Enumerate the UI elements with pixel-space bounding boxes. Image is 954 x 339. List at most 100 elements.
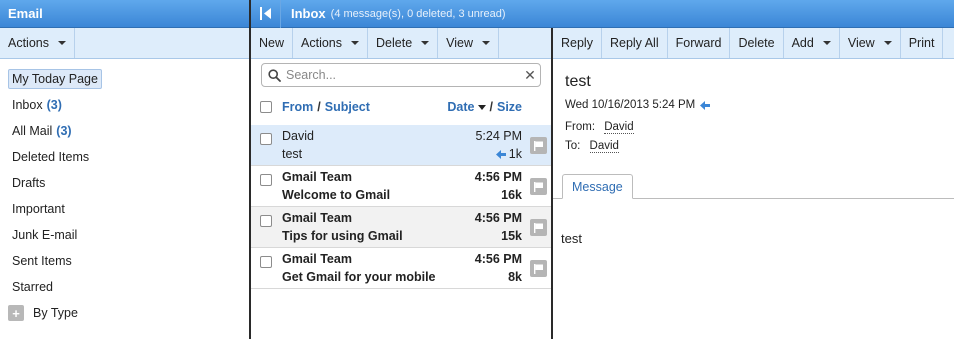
select-all-checkbox[interactable] <box>260 101 272 113</box>
reply-all-button[interactable]: Reply All <box>602 28 668 58</box>
message-size-cell: 1k <box>495 147 522 161</box>
reply-button[interactable]: Reply <box>553 28 602 58</box>
row-checkbox[interactable] <box>260 133 272 145</box>
print-label: Print <box>908 36 935 50</box>
row-checkbox[interactable] <box>260 256 272 268</box>
header-separator: / <box>489 100 493 114</box>
folder-all-mail[interactable]: All Mail (3) <box>8 118 243 144</box>
search-icon <box>268 68 281 82</box>
search-box: ✕ <box>261 63 541 87</box>
message-subject: Tips for using Gmail <box>282 229 403 243</box>
row-checkbox[interactable] <box>260 215 272 227</box>
message-time: 4:56 PM <box>474 252 522 266</box>
flag-icon[interactable] <box>530 137 547 154</box>
add-button[interactable]: Add <box>784 28 840 58</box>
replied-icon <box>495 149 506 159</box>
folder-label: By Type <box>33 306 78 320</box>
sort-by-size[interactable]: Size <box>497 100 522 114</box>
tab-message[interactable]: Message <box>562 174 633 199</box>
list-view-button[interactable]: View <box>438 28 500 58</box>
message-row[interactable]: Gmail Team Get Gmail for your mobile 4:5… <box>251 248 551 289</box>
expand-plus-icon[interactable]: + <box>8 305 24 321</box>
collapse-panel-button[interactable] <box>251 0 281 28</box>
list-delete-button[interactable]: Delete <box>368 28 439 58</box>
folder-label: My Today Page <box>8 69 102 89</box>
folder-panel-header: Email <box>0 0 249 28</box>
search-input[interactable] <box>281 68 520 82</box>
reader-toolbar: Reply Reply All Forward Delete Add View … <box>553 28 954 59</box>
message-row[interactable]: Gmail Team Welcome to Gmail 4:56 PM 16k <box>251 166 551 207</box>
to-address[interactable]: David <box>589 140 619 153</box>
message-subject: test <box>282 147 303 161</box>
folder-deleted-items[interactable]: Deleted Items <box>8 144 243 170</box>
list-view-label: View <box>446 36 474 50</box>
folder-drafts[interactable]: Drafts <box>8 170 243 196</box>
email-app: Email Inbox (4 message(s), 0 deleted, 3 … <box>0 0 954 339</box>
reader-view-button[interactable]: View <box>840 28 901 58</box>
chevron-down-icon <box>822 41 831 45</box>
sort-descending-icon <box>477 105 486 110</box>
unread-count: (3) <box>46 98 62 112</box>
inbox-header: Inbox (4 message(s), 0 deleted, 3 unread… <box>251 0 954 28</box>
print-button[interactable]: Print <box>901 28 944 58</box>
message-size: 15k <box>501 229 522 243</box>
unread-count: (3) <box>56 124 72 138</box>
flag-icon[interactable] <box>530 260 547 277</box>
folder-inbox[interactable]: Inbox (3) <box>8 92 243 118</box>
folder-by-type[interactable]: + By Type <box>8 300 243 326</box>
new-label: New <box>259 36 285 50</box>
chevron-down-icon <box>421 41 430 45</box>
collapse-left-icon <box>259 7 271 20</box>
reader-delete-button[interactable]: Delete <box>730 28 784 58</box>
folder-sent-items[interactable]: Sent Items <box>8 248 243 274</box>
clear-search-icon[interactable]: ✕ <box>520 67 540 84</box>
folder-my-today-page[interactable]: My Today Page <box>8 66 243 92</box>
message-size-cell: 15k <box>501 229 522 243</box>
message-to-line: To: David <box>565 140 619 153</box>
folder-summary: (4 message(s), 0 deleted, 3 unread) <box>330 7 506 20</box>
message-subject: Welcome to Gmail <box>282 188 391 202</box>
row-checkbox[interactable] <box>260 174 272 186</box>
folder-label: Junk E-mail <box>12 228 78 242</box>
forward-label: Forward <box>675 36 722 50</box>
message-time: 4:56 PM <box>474 170 522 184</box>
message-size: 8k <box>508 270 522 284</box>
flag-icon[interactable] <box>530 178 547 195</box>
folder-important[interactable]: Important <box>8 196 243 222</box>
message-size: 1k <box>508 147 522 161</box>
message-row[interactable]: Gmail Team Tips for using Gmail 4:56 PM … <box>251 207 551 248</box>
reply-label: Reply <box>561 36 593 50</box>
message-time: 4:56 PM <box>474 211 522 225</box>
panel-title: Email <box>8 6 43 21</box>
folder-actions-button[interactable]: Actions <box>0 28 75 58</box>
folder-label: Starred <box>12 280 53 294</box>
message-sender: Gmail Team <box>282 252 352 266</box>
folder-label: Deleted Items <box>12 150 90 164</box>
sort-by-from[interactable]: From <box>282 100 313 114</box>
message-sender: David <box>282 129 314 143</box>
folder-junk-email[interactable]: Junk E-mail <box>8 222 243 248</box>
message-row[interactable]: David test 5:24 PM 1k <box>251 125 551 166</box>
list-actions-button[interactable]: Actions <box>293 28 369 58</box>
forward-button[interactable]: Forward <box>668 28 731 58</box>
message-from-line: From: David <box>565 121 634 134</box>
from-label: From: <box>565 121 596 133</box>
message-subject: Get Gmail for your mobile <box>282 270 436 284</box>
sort-by-date[interactable]: Date <box>447 100 486 114</box>
from-address[interactable]: David <box>604 121 634 134</box>
sort-date-label: Date <box>447 100 475 114</box>
message-body: test <box>561 231 582 246</box>
folder-title: Inbox <box>291 6 326 21</box>
reader-delete-label: Delete <box>738 36 775 50</box>
folder-starred[interactable]: Starred <box>8 274 243 300</box>
folder-list: My Today Page Inbox (3) All Mail (3) Del… <box>8 66 243 326</box>
replied-icon <box>700 100 711 110</box>
flag-icon[interactable] <box>530 219 547 236</box>
to-label: To: <box>565 140 581 152</box>
sort-by-subject[interactable]: Subject <box>325 100 370 114</box>
chevron-down-icon <box>58 41 66 45</box>
message-sender: Gmail Team <box>282 170 352 184</box>
add-label: Add <box>791 36 814 50</box>
chevron-down-icon <box>351 41 360 45</box>
new-button[interactable]: New <box>251 28 294 58</box>
